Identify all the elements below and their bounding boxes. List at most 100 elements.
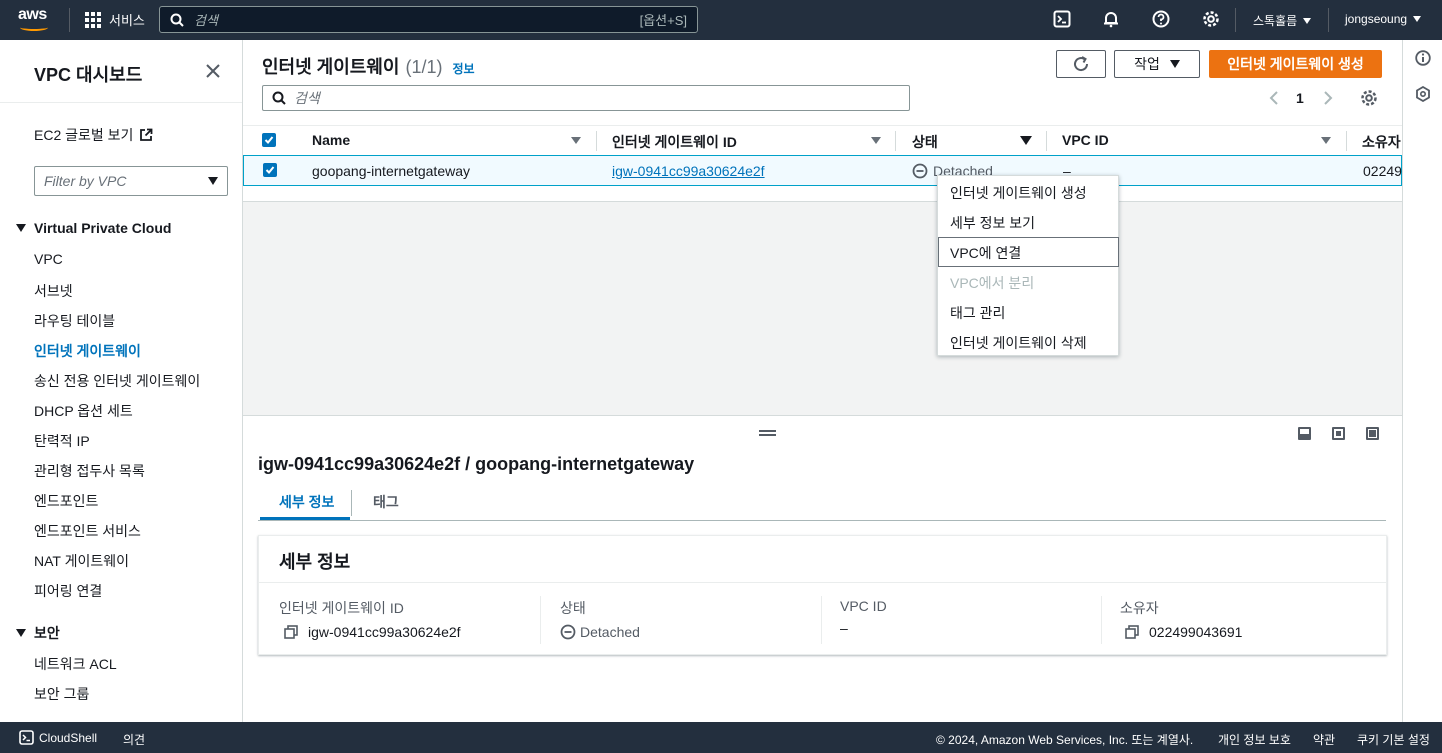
global-search-input[interactable]: 검색 [옵션+S] — [159, 6, 698, 33]
split-bottom-icon[interactable] — [1298, 427, 1311, 440]
gear-icon[interactable] — [1202, 10, 1220, 28]
menu-item-delete-igw[interactable]: 인터넷 게이트웨이 삭제 — [950, 333, 1087, 353]
sort-icon[interactable] — [571, 137, 581, 144]
table-search-input[interactable]: 검색 — [262, 85, 910, 111]
tab-tags[interactable]: 태그 — [373, 492, 399, 512]
sidebar-item-dhcp-options[interactable]: DHCP 옵션 세트 — [34, 401, 133, 421]
table-row[interactable]: goopang-internetgateway igw-0941cc99a306… — [243, 155, 1402, 186]
sort-icon[interactable] — [871, 137, 881, 144]
resize-handle-icon[interactable] — [759, 430, 776, 436]
copy-icon[interactable] — [1125, 625, 1139, 639]
sidebar-item-security-groups[interactable]: 보안 그룹 — [34, 684, 89, 704]
vpc-filter-select[interactable]: Filter by VPC — [34, 166, 228, 196]
menu-item-attach-vpc[interactable]: VPC에 연결 — [950, 243, 1021, 263]
column-divider[interactable] — [1346, 131, 1347, 151]
sidebar-item-peering[interactable]: 피어링 연결 — [34, 581, 102, 601]
close-icon[interactable] — [204, 62, 222, 80]
sidebar-item-endpoints[interactable]: 엔드포인트 — [34, 491, 98, 511]
region-selector[interactable]: 스톡홀름 — [1253, 12, 1312, 29]
sidebar-divider — [0, 102, 242, 103]
bell-icon[interactable] — [1102, 10, 1120, 28]
search-shortcut: [옵션+S] — [639, 13, 687, 28]
sidebar-item-subnets[interactable]: 서브넷 — [34, 281, 73, 301]
detail-tabs: 세부 정보 태그 — [258, 486, 1386, 521]
aws-logo[interactable]: aws — [18, 7, 54, 33]
feedback-link[interactable]: 의견 — [123, 731, 145, 748]
table-search-placeholder: 검색 — [294, 90, 320, 106]
column-header-name[interactable]: Name — [312, 132, 350, 148]
sidebar-item-prefix-lists[interactable]: 관리형 접두사 목록 — [34, 461, 145, 481]
sort-icon[interactable] — [1321, 137, 1331, 144]
column-header-igw-id[interactable]: 인터넷 게이트웨이 ID — [612, 132, 737, 152]
sidebar-item-route-tables[interactable]: 라우팅 테이블 — [34, 311, 115, 331]
cloudshell-link[interactable]: CloudShell — [39, 731, 97, 745]
row-checkbox[interactable] — [263, 163, 277, 177]
cell-owner: 02249 — [1363, 163, 1402, 179]
settings-gear-icon[interactable] — [1360, 89, 1378, 107]
info-icon[interactable] — [1415, 50, 1431, 66]
section-virtual-private-cloud[interactable]: Virtual Private Cloud — [16, 220, 171, 236]
caret-down-icon — [1169, 60, 1180, 68]
column-header-owner[interactable]: 소유자 — [1362, 132, 1401, 152]
card-title: 세부 정보 — [279, 552, 351, 572]
chevron-right-icon[interactable] — [1321, 90, 1335, 106]
cell-igw-id-link[interactable]: igw-0941cc99a30624e2f — [612, 163, 765, 179]
sidebar-item-vpc[interactable]: VPC — [34, 251, 63, 267]
section-label: Virtual Private Cloud — [34, 220, 172, 236]
services-menu[interactable]: 서비스 — [85, 10, 145, 29]
menu-item-manage-tags[interactable]: 태그 관리 — [950, 303, 1005, 323]
sidebar-item-elastic-ip[interactable]: 탄력적 IP — [34, 431, 90, 451]
search-icon — [272, 91, 286, 105]
hexagon-icon[interactable] — [1415, 86, 1431, 102]
copy-icon[interactable] — [284, 625, 298, 639]
tab-details[interactable]: 세부 정보 — [279, 492, 334, 512]
sidebar-item-endpoint-services[interactable]: 엔드포인트 서비스 — [34, 521, 141, 541]
user-label: jongseoung — [1345, 12, 1408, 26]
split-full-icon[interactable] — [1366, 427, 1379, 440]
column-divider[interactable] — [596, 131, 597, 151]
menu-item-create-igw[interactable]: 인터넷 게이트웨이 생성 — [950, 183, 1087, 203]
sort-active-icon[interactable] — [1020, 136, 1032, 145]
user-menu[interactable]: jongseoung — [1345, 12, 1422, 26]
column-divider[interactable] — [895, 131, 896, 151]
details-card: 세부 정보 인터넷 게이트웨이 ID igw-0941cc99a30624e2f… — [258, 535, 1387, 655]
panel-divider — [243, 201, 1402, 202]
column-header-vpc-id[interactable]: VPC ID — [1062, 132, 1109, 148]
cloudshell-icon[interactable] — [19, 730, 34, 745]
cookie-preferences-link[interactable]: 쿠키 기본 설정 — [1357, 731, 1430, 748]
field-label: VPC ID — [840, 598, 887, 614]
sidebar-title[interactable]: VPC 대시보드 — [34, 61, 142, 87]
igw-table-panel: 인터넷 게이트웨이 (1/1) 정보 작업 인터넷 게이트웨이 생성 검색 1 … — [243, 40, 1402, 202]
page-title: 인터넷 게이트웨이 (1/1) 정보 — [262, 53, 475, 79]
terms-link[interactable]: 약관 — [1313, 731, 1335, 748]
caret-down-icon — [1303, 17, 1312, 24]
caret-down-icon — [1413, 16, 1422, 22]
global-search-placeholder: 검색 — [194, 13, 218, 28]
select-all-checkbox[interactable] — [262, 133, 276, 147]
section-security[interactable]: 보안 — [16, 623, 60, 643]
privacy-link[interactable]: 개인 정보 보호 — [1218, 731, 1291, 748]
page-number[interactable]: 1 — [1296, 90, 1304, 106]
table-header: Name 인터넷 게이트웨이 ID 상태 VPC ID 소유자 — [243, 125, 1402, 155]
create-igw-button[interactable]: 인터넷 게이트웨이 생성 — [1209, 50, 1382, 78]
help-icon[interactable] — [1152, 10, 1170, 28]
right-tools-rail — [1402, 40, 1442, 722]
chevron-left-icon[interactable] — [1267, 90, 1281, 106]
sidebar-item-egress-only-igw[interactable]: 송신 전용 인터넷 게이트웨이 — [34, 371, 200, 391]
column-divider[interactable] — [1046, 131, 1047, 151]
menu-item-view-details[interactable]: 세부 정보 보기 — [950, 213, 1035, 233]
cloudshell-icon[interactable] — [1053, 10, 1071, 28]
refresh-button[interactable] — [1056, 50, 1106, 78]
sidebar-item-nat-gateways[interactable]: NAT 게이트웨이 — [34, 551, 129, 571]
actions-button[interactable]: 작업 — [1114, 50, 1200, 78]
aws-smile-icon — [20, 24, 48, 31]
nav-divider — [1328, 8, 1329, 32]
info-link[interactable]: 정보 — [453, 60, 475, 77]
status-stopped-icon — [560, 624, 576, 640]
column-header-status[interactable]: 상태 — [912, 132, 938, 152]
sidebar-item-network-acl[interactable]: 네트워크 ACL — [34, 654, 117, 674]
sidebar-item-internet-gateways[interactable]: 인터넷 게이트웨이 — [34, 341, 141, 361]
ec2-global-view-link[interactable]: EC2 글로벌 보기 — [34, 125, 153, 145]
split-side-icon[interactable] — [1332, 427, 1345, 440]
field-vpc-id: VPC ID – — [840, 598, 887, 636]
